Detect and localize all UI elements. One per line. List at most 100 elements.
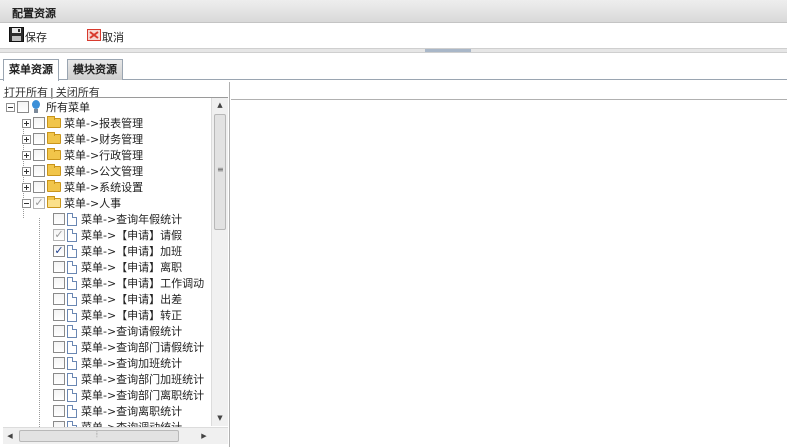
collapse-toggle[interactable]	[6, 102, 15, 112]
tree-folder[interactable]: 菜单->报表管理	[22, 115, 143, 131]
leaf-label: 菜单->【申请】加班	[81, 245, 183, 258]
checkbox[interactable]	[53, 293, 65, 305]
panel-splitter[interactable]	[0, 48, 787, 53]
tree-folder[interactable]: 菜单->系统设置	[22, 179, 143, 195]
expand-toggle[interactable]	[22, 182, 31, 192]
leaf-label: 菜单->查询部门加班统计	[81, 373, 205, 386]
scroll-right-arrow-icon[interactable]: ▶	[197, 428, 211, 444]
checkbox[interactable]	[53, 373, 65, 385]
folder-label: 菜单->报表管理	[64, 117, 144, 130]
folder-label: 菜单->财务管理	[64, 133, 144, 146]
tree-leaf[interactable]: 菜单->【申请】离职	[53, 259, 182, 275]
folder-label: 菜单->人事	[64, 197, 122, 210]
folder-icon	[47, 132, 61, 144]
leaf-label: 菜单->【申请】离职	[81, 261, 183, 274]
leaf-label: 菜单->查询部门离职统计	[81, 389, 205, 402]
content-header	[231, 82, 787, 100]
checkbox[interactable]	[33, 149, 45, 161]
tree-panel: 打开所有|关闭所有 所有菜单 菜单->报表管理 菜单->财务管理 菜单->行	[0, 82, 230, 447]
expand-toggle[interactable]	[22, 118, 31, 128]
folder-icon	[47, 164, 61, 176]
checkbox[interactable]	[33, 133, 45, 145]
tree-leaf[interactable]: 菜单->查询离职统计	[53, 403, 182, 419]
tree-root: 所有菜单	[6, 99, 90, 115]
scroll-left-arrow-icon[interactable]: ◀	[3, 428, 17, 444]
tree-folder[interactable]: ✓ 菜单->人事	[22, 195, 121, 211]
horizontal-scrollbar[interactable]: ◀ ⦙ ▶	[3, 427, 228, 444]
checkbox[interactable]	[53, 405, 65, 417]
checkbox[interactable]	[17, 101, 29, 113]
page-icon	[67, 228, 77, 242]
page-icon	[67, 404, 77, 418]
cancel-button[interactable]: 取消	[87, 27, 124, 45]
splitter-grip[interactable]	[425, 49, 471, 52]
checkbox[interactable]: ✓	[33, 197, 45, 209]
page-icon	[67, 260, 77, 274]
page-icon	[67, 308, 77, 322]
checkbox[interactable]: ✓	[53, 245, 65, 257]
tree-leaf[interactable]: 菜单->查询调动统计	[53, 419, 182, 427]
tree-leaf[interactable]: ✓ 菜单->【申请】加班	[53, 243, 182, 259]
expand-toggle[interactable]	[22, 166, 31, 176]
page-icon	[67, 244, 77, 258]
tree-leaf[interactable]: ✓ 菜单->【申请】请假	[53, 227, 182, 243]
tree-leaf[interactable]: 菜单->【申请】工作调动	[53, 275, 204, 291]
tree-guide-line	[39, 218, 40, 427]
tree-leaf[interactable]: 菜单->查询年假统计	[53, 211, 182, 227]
expand-toggle[interactable]	[22, 134, 31, 144]
tree-leaf[interactable]: 菜单->【申请】转正	[53, 307, 182, 323]
tree-root-label: 所有菜单	[46, 101, 90, 114]
window-title: 配置资源	[12, 7, 56, 20]
page-icon	[67, 356, 77, 370]
tab-menu-resources[interactable]: 菜单资源	[3, 59, 59, 81]
checkbox[interactable]	[53, 213, 65, 225]
checkbox[interactable]	[53, 389, 65, 401]
grip-icon: ⦙	[96, 430, 98, 439]
scroll-up-arrow-icon[interactable]: ▲	[212, 98, 228, 112]
tree-folder[interactable]: 菜单->公文管理	[22, 163, 143, 179]
leaf-label: 菜单->查询调动统计	[81, 419, 182, 427]
folder-icon	[47, 180, 61, 192]
tree-folder[interactable]: 菜单->财务管理	[22, 131, 143, 147]
checkbox[interactable]	[53, 309, 65, 321]
page-icon	[67, 292, 77, 306]
globe-icon	[31, 100, 41, 114]
leaf-label: 菜单->查询离职统计	[81, 405, 183, 418]
collapse-toggle[interactable]	[22, 198, 31, 208]
folder-open-icon	[47, 196, 61, 208]
leaf-label: 菜单->查询加班统计	[81, 357, 183, 370]
vertical-scroll-thumb[interactable]: ≡	[214, 114, 226, 230]
tree-leaf[interactable]: 菜单->查询部门请假统计	[53, 339, 204, 355]
vertical-scrollbar[interactable]: ▲ ≡ ▼	[211, 98, 228, 426]
save-button[interactable]: 保存	[9, 27, 47, 45]
checkbox[interactable]	[53, 325, 65, 337]
tree-leaf[interactable]: 菜单->查询部门加班统计	[53, 371, 204, 387]
folder-label: 菜单->系统设置	[64, 181, 144, 194]
folder-label: 菜单->公文管理	[64, 165, 144, 178]
menu-tree: 所有菜单 菜单->报表管理 菜单->财务管理 菜单->行政管理 菜单->公文管理	[3, 97, 228, 427]
page-icon	[67, 388, 77, 402]
tab-module-resources[interactable]: 模块资源	[67, 59, 123, 80]
leaf-label: 菜单->查询请假统计	[81, 325, 183, 338]
checkbox[interactable]	[53, 341, 65, 353]
tree-leaf[interactable]: 菜单->查询部门离职统计	[53, 387, 204, 403]
tree-leaf[interactable]: 菜单->【申请】出差	[53, 291, 182, 307]
grip-icon: ≡	[217, 165, 224, 174]
floppy-disk-icon	[9, 27, 24, 45]
folder-icon	[47, 116, 61, 128]
checkbox[interactable]	[33, 165, 45, 177]
checkbox[interactable]: ✓	[53, 229, 65, 241]
horizontal-scroll-thumb[interactable]: ⦙	[19, 430, 179, 442]
tree-leaf[interactable]: 菜单->查询请假统计	[53, 323, 182, 339]
tree-folder[interactable]: 菜单->行政管理	[22, 147, 143, 163]
checkbox[interactable]	[53, 357, 65, 369]
scroll-down-arrow-icon[interactable]: ▼	[212, 411, 228, 425]
checkbox[interactable]	[53, 277, 65, 289]
leaf-label: 菜单->【申请】转正	[81, 309, 183, 322]
tree-leaf[interactable]: 菜单->查询加班统计	[53, 355, 182, 371]
checkbox[interactable]	[33, 181, 45, 193]
checkbox[interactable]	[33, 117, 45, 129]
expand-toggle[interactable]	[22, 150, 31, 160]
checkbox[interactable]	[53, 261, 65, 273]
leaf-label: 菜单->【申请】工作调动	[81, 277, 205, 290]
